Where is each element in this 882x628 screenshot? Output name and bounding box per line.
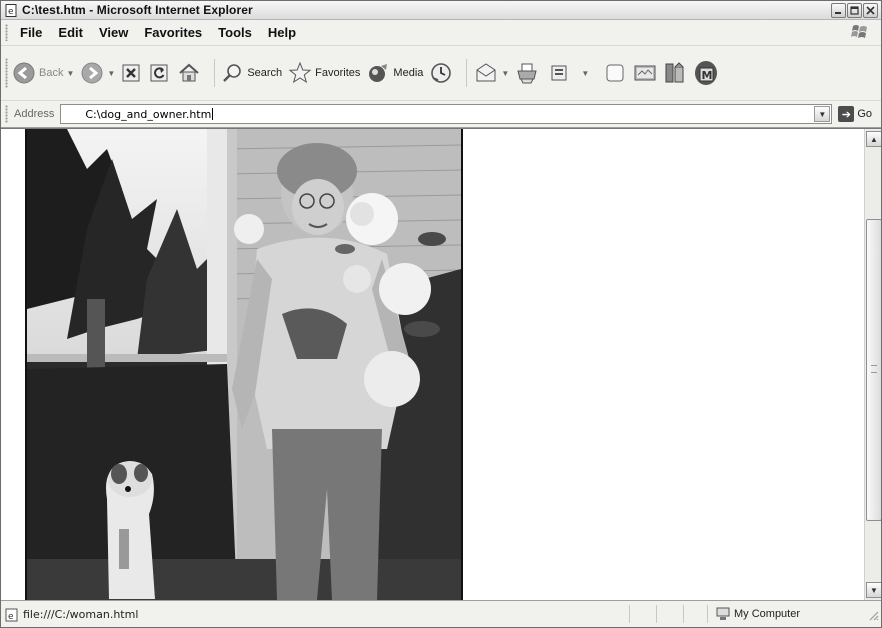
m-toolbar-button[interactable]: M: [693, 60, 719, 86]
edit-button[interactable]: ▼: [549, 62, 589, 84]
menu-view[interactable]: View: [91, 25, 136, 40]
forward-arrow-icon: [81, 62, 103, 84]
address-input[interactable]: C:\dog_and_owner.htm ▼: [60, 104, 833, 124]
address-value: C:\dog_and_owner.htm: [85, 107, 212, 121]
chevron-down-icon: ▼: [870, 585, 878, 595]
menu-edit[interactable]: Edit: [50, 25, 91, 40]
stop-button[interactable]: [121, 62, 143, 84]
forward-dropdown-icon[interactable]: ▼: [107, 69, 115, 78]
ie-page-icon: e: [5, 3, 18, 17]
go-button[interactable]: ➔ Go: [838, 106, 872, 122]
maximize-button[interactable]: [847, 3, 862, 18]
search-button[interactable]: Search: [222, 62, 282, 84]
scroll-down-button[interactable]: ▼: [866, 582, 881, 598]
scroll-up-button[interactable]: ▲: [866, 131, 881, 147]
menu-file[interactable]: File: [12, 25, 50, 40]
address-grip[interactable]: [5, 105, 8, 123]
media-icon: [369, 64, 388, 82]
discuss-button[interactable]: [603, 61, 627, 85]
security-zone[interactable]: My Computer: [707, 605, 868, 623]
menu-bar: File Edit View Favorites Tools Help: [1, 20, 881, 46]
star-icon: [288, 61, 312, 84]
research-icon: [665, 62, 684, 83]
edit-dropdown-icon[interactable]: ▼: [581, 69, 589, 78]
title-bar: e C:\test.htm - Microsoft Internet Explo…: [1, 1, 881, 20]
chevron-down-icon: ▼: [818, 109, 827, 119]
menu-favorites[interactable]: Favorites: [136, 25, 210, 40]
address-bar: Address C:\dog_and_owner.htm ▼ ➔ Go: [1, 101, 881, 128]
status-text: file:///C:/woman.html: [23, 608, 139, 621]
toolbar-separator: [214, 59, 216, 87]
vertical-scrollbar[interactable]: ▲ ▼: [864, 129, 881, 600]
scroll-thumb-grip: [871, 365, 877, 373]
mail-dropdown-icon[interactable]: ▼: [501, 69, 509, 78]
home-button[interactable]: [177, 61, 201, 85]
status-bar: e file:///C:/woman.html My Computer: [1, 600, 881, 627]
m-logo-icon: M: [695, 61, 718, 85]
status-pane: [683, 605, 710, 623]
favorites-button[interactable]: Favorites: [288, 61, 360, 85]
address-dropdown-button[interactable]: ▼: [814, 106, 831, 122]
back-button[interactable]: Back ▼: [12, 61, 74, 85]
back-label: Back: [39, 67, 64, 79]
maximize-icon: [850, 6, 859, 15]
page-content: ▲ ▼: [1, 128, 881, 600]
status-pane: [656, 605, 683, 623]
svg-text:e: e: [8, 7, 14, 17]
status-panes: [629, 605, 710, 623]
windows-logo-icon: [851, 24, 869, 45]
refresh-button[interactable]: [149, 62, 171, 84]
standard-toolbar: Back ▼ ▼ Search Favorites Media ▼ ▼ M: [1, 46, 881, 101]
mail-button[interactable]: ▼: [474, 61, 509, 85]
refresh-icon: [150, 64, 168, 82]
window-controls: [831, 3, 878, 18]
research-button[interactable]: [663, 61, 687, 85]
close-button[interactable]: [863, 3, 878, 18]
forward-button[interactable]: ▼: [80, 61, 115, 85]
back-dropdown-icon[interactable]: ▼: [66, 69, 74, 78]
toolbar-separator: [466, 59, 468, 87]
status-page-icon: e: [5, 608, 19, 622]
go-arrow-icon: ➔: [838, 106, 855, 122]
svg-text:M: M: [702, 69, 713, 82]
home-icon: [179, 63, 199, 82]
scroll-thumb[interactable]: [866, 219, 881, 521]
resize-grip[interactable]: [867, 608, 879, 626]
address-label: Address: [14, 108, 55, 120]
messenger-icon: [634, 65, 656, 81]
minimize-icon: [835, 12, 841, 14]
media-button[interactable]: Media: [366, 61, 423, 85]
browser-window: e C:\test.htm - Microsoft Internet Explo…: [0, 0, 882, 628]
discuss-icon: [606, 64, 624, 82]
close-icon: [866, 6, 875, 15]
computer-icon: [716, 607, 730, 621]
messenger-button[interactable]: [633, 61, 657, 85]
menu-help[interactable]: Help: [260, 25, 304, 40]
zone-label: My Computer: [734, 608, 801, 620]
photo-woman-and-dog: [25, 129, 463, 600]
minimize-button[interactable]: [831, 3, 846, 18]
stop-icon: [122, 64, 140, 82]
toolbar-grip[interactable]: [5, 58, 8, 88]
window-title: C:\test.htm - Microsoft Internet Explore…: [22, 3, 253, 17]
back-arrow-icon: [13, 62, 35, 84]
search-label: Search: [247, 67, 283, 79]
go-label: Go: [857, 108, 873, 120]
menu-grip[interactable]: [5, 24, 8, 41]
photo-image: [27, 129, 461, 600]
chevron-up-icon: ▲: [870, 134, 878, 144]
media-label: Media: [393, 67, 424, 79]
svg-text:e: e: [8, 612, 14, 622]
menu-tools[interactable]: Tools: [210, 25, 260, 40]
status-pane: [629, 605, 656, 623]
history-icon: [431, 63, 452, 83]
favorites-label: Favorites: [315, 67, 361, 79]
printer-icon: [517, 63, 537, 84]
search-icon: [223, 64, 242, 82]
edit-icon: [551, 65, 567, 81]
mail-icon: [476, 63, 496, 82]
history-button[interactable]: [429, 61, 453, 85]
print-button[interactable]: [515, 61, 539, 85]
text-caret: [212, 108, 214, 120]
